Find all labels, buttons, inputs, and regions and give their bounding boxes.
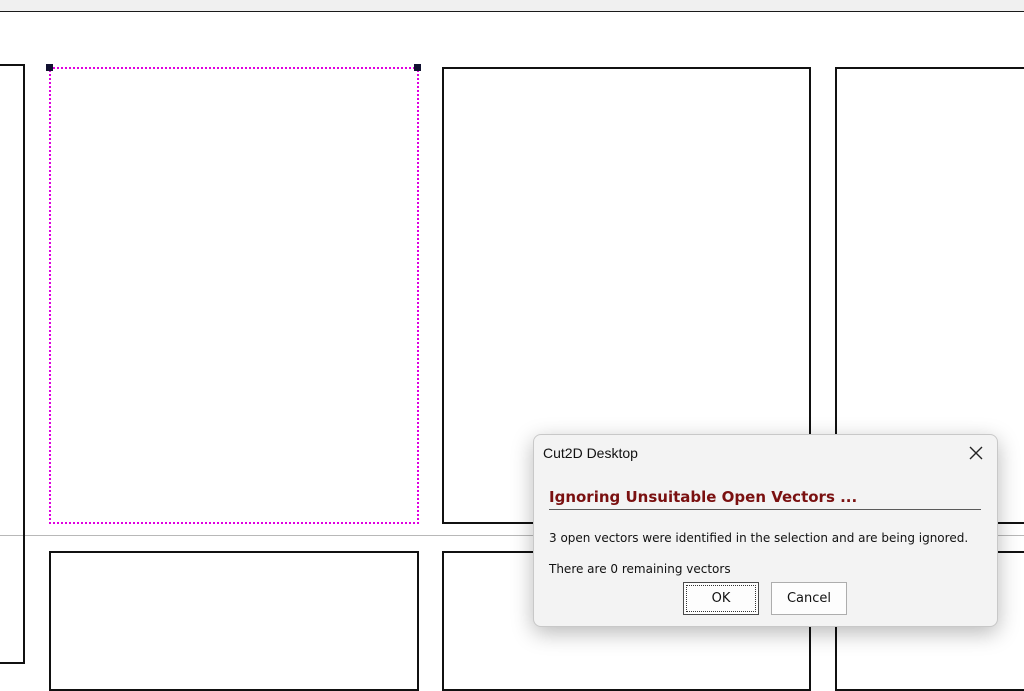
dialog-heading: Ignoring Unsuitable Open Vectors ... [549, 488, 981, 510]
warning-dialog: Cut2D Desktop Ignoring Unsuitable Open V… [533, 434, 998, 627]
dialog-message: 3 open vectors were identified in the se… [549, 531, 969, 545]
selection-handle-top-left[interactable] [46, 64, 53, 71]
vector-rectangle-selected[interactable] [49, 67, 419, 524]
remaining-vectors-text: There are 0 remaining vectors [549, 562, 731, 576]
close-button[interactable] [961, 439, 991, 467]
cancel-button[interactable]: Cancel [771, 582, 847, 615]
vector-rectangle-left-edge[interactable] [0, 64, 25, 664]
dialog-title: Cut2D Desktop [543, 445, 638, 461]
dialog-titlebar[interactable]: Cut2D Desktop [534, 435, 997, 471]
toolbar-strip [0, 0, 1024, 12]
selection-handle-top-right[interactable] [414, 64, 421, 71]
ok-button[interactable]: OK [683, 582, 759, 615]
vector-rectangle-bottom-left[interactable] [49, 551, 419, 691]
close-icon [969, 446, 983, 460]
